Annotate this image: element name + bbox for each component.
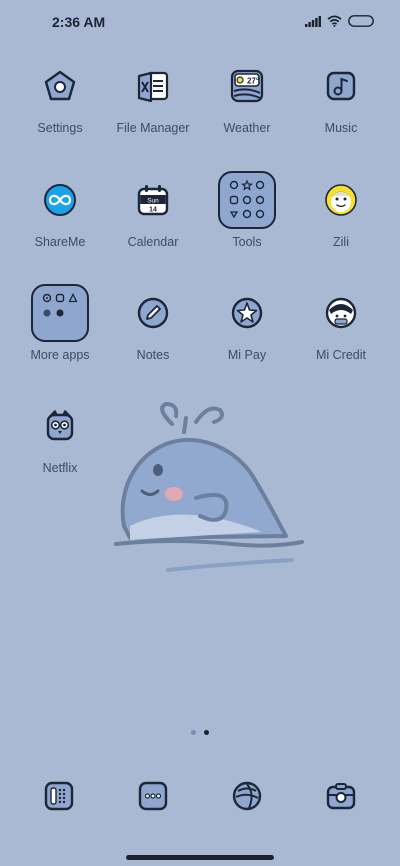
calendar-date: 14 [149,207,157,214]
app-label: Music [324,121,358,135]
zili-icon [325,184,357,216]
app-weather[interactable]: 27° Weather [202,56,292,135]
app-label: Netflix [42,461,78,475]
status-icons [305,15,374,27]
app-zili[interactable]: Zili [296,170,386,249]
weather-temp: 27° [247,77,259,86]
page-dot-active[interactable] [204,730,209,735]
app-label: ShareMe [34,235,86,249]
app-netflix[interactable]: Netflix [15,396,105,475]
notes-icon [137,297,169,329]
signal-icon [305,15,321,27]
app-music[interactable]: Music [296,56,386,135]
music-icon [326,71,356,101]
page-indicator [0,730,400,735]
calendar-day: Sun [147,198,159,205]
page-dot[interactable] [191,730,196,735]
browser-icon [232,781,262,811]
app-label: Weather [223,121,271,135]
app-mi-pay[interactable]: Mi Pay [202,283,292,362]
shareme-icon [44,184,76,216]
status-bar: 2:36 AM [0,0,400,46]
home-indicator[interactable] [126,855,274,860]
app-label: Calendar [127,235,179,249]
tools-folder-icon [218,171,276,229]
wifi-icon [327,15,342,27]
app-notes[interactable]: Notes [108,283,198,362]
app-calendar[interactable]: Sun 14 Calendar [108,170,198,249]
dock-browser[interactable] [223,772,271,820]
app-more-apps-folder[interactable]: More apps [15,283,105,362]
file-manager-icon [137,71,169,103]
netflix-icon [46,410,74,441]
more-apps-folder-icon [31,284,89,342]
app-label: Zili [333,235,349,249]
phone-dialer-icon [44,781,74,811]
weather-icon: 27° [230,69,264,103]
settings-icon [44,70,76,101]
app-label: More apps [30,348,90,362]
dock-camera[interactable] [317,772,365,820]
app-settings[interactable]: Settings [15,56,105,135]
app-label: Tools [232,235,262,249]
app-tools-folder[interactable]: Tools [202,170,292,249]
whale-wallpaper [114,401,304,572]
status-time: 2:36 AM [52,14,106,30]
battery-icon [348,15,374,27]
app-file-manager[interactable]: File Manager [108,56,198,135]
app-label: Notes [136,348,170,362]
dock-phone[interactable] [35,772,83,820]
camera-icon [326,783,356,810]
dock-messages[interactable] [129,772,177,820]
app-label: Mi Pay [227,348,267,362]
calendar-icon: Sun 14 [137,185,169,216]
app-label: Mi Credit [315,348,366,362]
app-mi-credit[interactable]: Mi Credit [296,283,386,362]
app-label: File Manager [116,121,190,135]
messages-icon [138,781,168,811]
mi-pay-icon [231,297,263,329]
mi-credit-icon [325,297,357,329]
app-label: Settings [37,121,83,135]
app-shareme[interactable]: ShareMe [15,170,105,249]
